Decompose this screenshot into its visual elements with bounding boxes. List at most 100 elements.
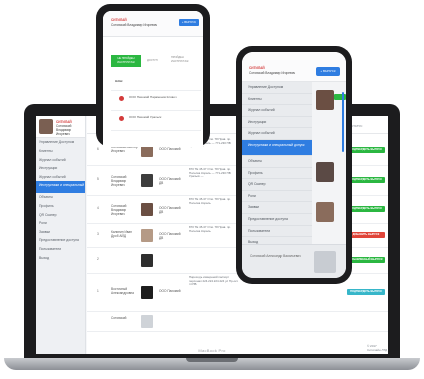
menu-item[interactable]: Инструкции — [242, 117, 312, 129]
menu-item[interactable]: Управление Доступом — [242, 82, 312, 94]
row-status-button[interactable]: ПОДТВЕРДИТЬ ВЫПУСК — [347, 147, 385, 153]
sidebar-user-name: СИТИЛАЙ Сотовский Владимир Игоревич — [56, 120, 72, 136]
sidebar-item[interactable]: Пользователи — [36, 245, 85, 254]
tab-access[interactable]: ДОСТУП — [147, 59, 158, 62]
menu-item[interactable]: Роли — [242, 191, 312, 203]
phone-front-screen: СИТИЛАЙ Сотовский Владимир Игоревич + ВЫ… — [242, 52, 346, 278]
row-photo — [141, 203, 153, 216]
sidebar-item[interactable]: Управление Доступом — [36, 138, 85, 147]
phone-back: СИТИЛАЙ Сотовский Владимир Игоревич + ВЫ… — [96, 4, 210, 147]
menu-item[interactable]: Инструктажи и специальный допуск — [242, 139, 312, 156]
row-address: 870 ТЕ 45-37 Отм. 78 Прав. пр. Поселка К… — [189, 167, 231, 179]
row-status-button[interactable]: ПОДТВЕРДИТЬ ВЫПУСК — [347, 206, 385, 212]
person-photo — [316, 162, 334, 182]
menu-item[interactable]: Журнал событий — [242, 105, 312, 117]
sidebar-item[interactable]: Инструкции — [36, 164, 85, 173]
sidebar-item[interactable]: QR Сканер — [36, 210, 85, 219]
row-address: Пароходъ измерений паспорт персонал 224.… — [189, 275, 239, 287]
row-patron: ООО Пахомий ДВ — [159, 206, 181, 214]
row-status-button[interactable]: ДОБАВИТЬ ВЫПУСК — [347, 232, 385, 238]
status-chip — [334, 94, 346, 100]
row-name: Калинин Иван Дроб АЙД — [111, 230, 132, 238]
row-number: 5 — [97, 177, 99, 181]
phone-front-title: СИТИЛАЙ — [249, 66, 265, 70]
menu-item[interactable]: Заявки — [242, 202, 312, 214]
phone-back-title: СИТИЛАЙ — [111, 18, 127, 22]
row-photo — [141, 254, 153, 267]
menu-item[interactable]: Предоставление доступа — [242, 214, 312, 226]
row-number: 4 — [97, 206, 99, 210]
status-dot-icon — [119, 96, 124, 101]
scrollbar[interactable] — [342, 92, 344, 152]
laptop-notch — [186, 358, 238, 362]
row-status-button[interactable]: ДОБАВЛЕННЫЙ ВЫПУСК — [347, 257, 385, 263]
sidebar-item[interactable]: Журнал событий — [36, 172, 85, 181]
add-release-button[interactable]: + ВЫПУСК — [179, 19, 199, 26]
footer-user-name: Сотовский Александр Васильевич — [250, 254, 301, 258]
phone-back-tabs: НЕ ПРОЙДЕН ИНСТРУКТАЖ ДОСТУП ПРОЙДЕН ИНС… — [111, 55, 201, 67]
phone-back-list: НАШ ООО Пахомий Парамонов Клявоч ООО Пах… — [111, 75, 201, 131]
row-photo — [141, 174, 153, 187]
sidebar-item[interactable]: Заявки — [36, 227, 85, 236]
phone-front-footer: Сотовский Александр Васильевич — [242, 244, 346, 278]
menu-item[interactable]: Клиенты — [242, 94, 312, 106]
phone-front-menu: Управление Доступом Клиенты Журнал событий… — [242, 82, 312, 249]
laptop-sidebar: СИТИЛАЙ Сотовский Владимир Игоревич Упра… — [36, 116, 86, 354]
row-photo — [141, 315, 153, 328]
phone-back-user: Сотовский Владимир Игоревич — [111, 23, 158, 27]
row-patron: ООО Пахомий ДВ — [159, 232, 181, 240]
menu-item[interactable]: Журнал событий — [242, 128, 312, 140]
sidebar-item[interactable]: Выход — [36, 253, 85, 262]
sidebar-item[interactable]: Роли — [36, 219, 85, 228]
row-patron: ООО Пахомий ДВ — [159, 177, 181, 185]
sidebar-item[interactable]: Профиль — [36, 202, 85, 211]
row-photo — [141, 229, 153, 242]
tab-passed[interactable]: ПРОЙДЕН ИНСТРУКТАЖ — [171, 56, 199, 63]
phone-front-header: СИТИЛАЙ Сотовский Владимир Игоревич + ВЫ… — [242, 52, 346, 82]
phone-back-header: СИТИЛАЙ Сотовский Владимир Игоревич + ВЫ… — [103, 11, 203, 37]
sidebar-item[interactable]: Инструктажи и специальный допуск — [36, 180, 85, 193]
row-name: Восточный Александровна — [111, 287, 134, 295]
row-address: 870 ТЕ 45-37 Отм. 78 Прав. пр. Поселка К… — [189, 225, 231, 233]
table-row[interactable]: Сотовский — [87, 312, 388, 332]
row-photo — [141, 286, 153, 299]
list-item[interactable]: ООО Пахомий Парамонов Клявоч — [111, 91, 201, 111]
avatar — [39, 119, 53, 134]
tab-not-passed[interactable]: НЕ ПРОЙДЕН ИНСТРУКТАЖ — [111, 55, 141, 67]
row-name: Сотовский Владимир Игоревич — [111, 204, 127, 216]
sidebar-item[interactable]: Клиенты — [36, 147, 85, 156]
sidebar-item[interactable]: Предоставление доступа — [36, 236, 85, 245]
menu-item[interactable]: QR Сканер — [242, 179, 312, 191]
row-number: 1 — [97, 289, 99, 293]
phone-back-screen: СИТИЛАЙ Сотовский Владимир Игоревич + ВЫ… — [103, 11, 203, 147]
sidebar-user-card[interactable]: СИТИЛАЙ Сотовский Владимир Игоревич — [36, 116, 85, 138]
menu-item[interactable]: Профиль — [242, 168, 312, 180]
phone-front-user: Сотовский Владимир Игоревич — [249, 71, 296, 75]
add-release-button[interactable]: + ВЫПУСК — [316, 67, 340, 76]
phone-front: СИТИЛАЙ Сотовский Владимир Игоревич + ВЫ… — [236, 46, 352, 284]
sidebar-item[interactable]: Журнал событий — [36, 155, 85, 164]
menu-item[interactable]: Пользователи — [242, 226, 312, 238]
sidebar-menu: Управление Доступом Клиенты Журнал событий… — [36, 138, 85, 262]
row-status-button[interactable]: ПОДТВЕРДИТЬ ВЫПУСК — [347, 177, 385, 183]
list-item[interactable]: ООО Пахомий Уральск — [111, 111, 201, 131]
laptop-brand-label: MacBook Pro — [198, 348, 226, 353]
status-dot-icon — [119, 116, 124, 121]
row-patron: ООО Пахомий — [159, 289, 181, 293]
header-status: СТАТУС — [351, 124, 363, 128]
sidebar-item[interactable]: Объекты — [36, 193, 85, 202]
list-item[interactable]: НАШ — [111, 75, 201, 91]
row-name: Сотовский — [111, 316, 127, 320]
person-photo — [316, 202, 334, 222]
row-number: 6 — [97, 147, 99, 151]
person-photo — [316, 90, 334, 110]
row-status-button[interactable]: ПОДТВЕРДИТЬ ВЫПУСК — [347, 289, 385, 295]
menu-item[interactable]: Объекты — [242, 156, 312, 168]
row-patron: ООО Пахомий — [159, 147, 181, 151]
row-number: 2 — [97, 257, 99, 261]
device-mockup-stage: СИТИЛАЙ Сотовский Владимир Игоревич Упра… — [0, 0, 424, 379]
table-footer: © 2017 Ситилайн ЛТД — [367, 344, 388, 352]
row-name: Сотовский Владимир Игоревич — [111, 175, 127, 187]
avatar-placeholder-icon — [314, 251, 336, 273]
row-number: 3 — [97, 232, 99, 236]
